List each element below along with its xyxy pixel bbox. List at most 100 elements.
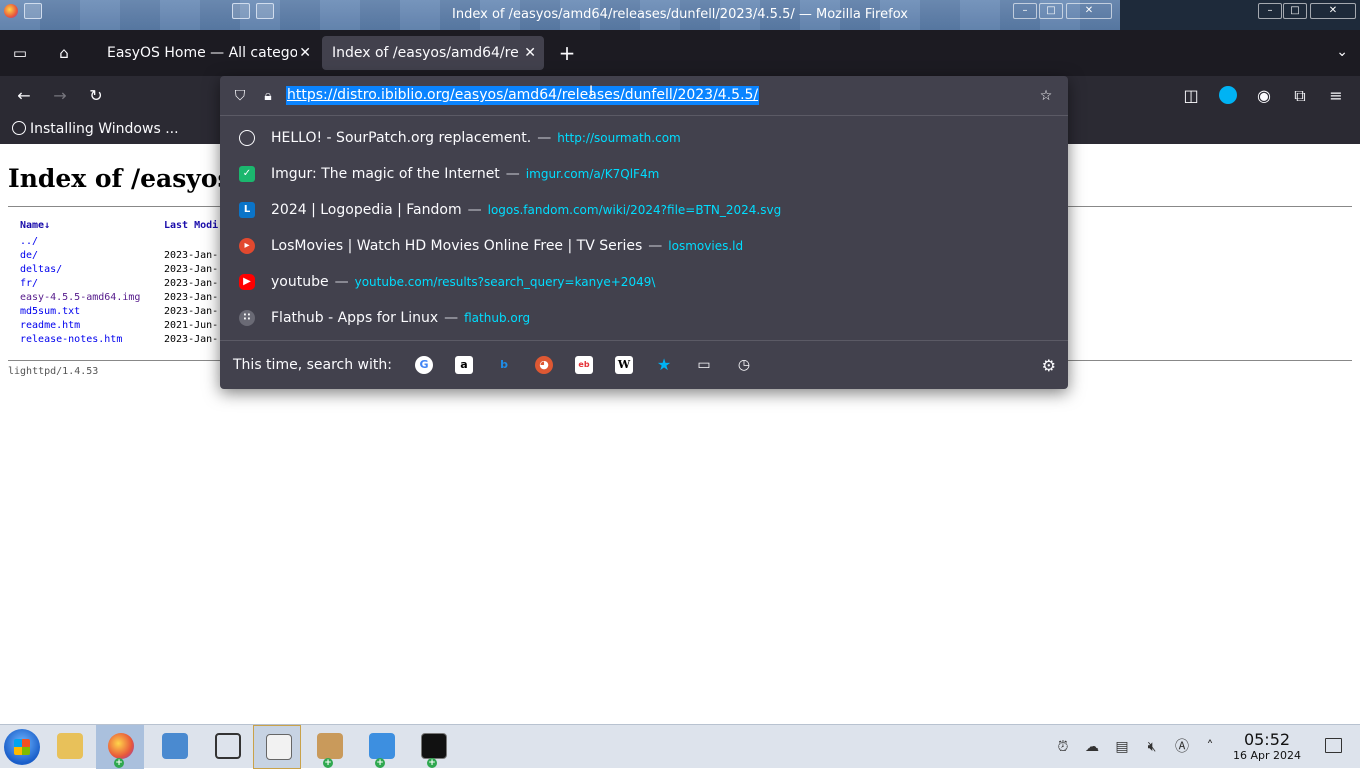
file-link[interactable]: release-notes.htm bbox=[20, 334, 122, 345]
shield-icon[interactable]: ⛉ bbox=[231, 87, 249, 105]
taskbar-app-package[interactable]: + bbox=[305, 725, 353, 769]
notification-icon[interactable] bbox=[1325, 738, 1342, 753]
desktop-window-strip: – □ ✕ bbox=[1120, 0, 1360, 30]
table-row: deltas/2023-Jan- bbox=[18, 262, 220, 276]
search-with-label: This time, search with: bbox=[233, 357, 392, 373]
close-button[interactable]: ✕ bbox=[1310, 3, 1356, 19]
bookmark-star-icon[interactable]: ☆ bbox=[1037, 87, 1055, 105]
account-icon[interactable]: ◉ bbox=[1253, 85, 1275, 107]
close-icon[interactable]: ✕ bbox=[524, 36, 536, 70]
urlbar-panel: ⛉ 🔒︎ https://distro.ibiblio.org/easyos/a… bbox=[220, 76, 1068, 389]
extension-badge-icon[interactable] bbox=[1217, 85, 1239, 107]
separator: — bbox=[467, 202, 482, 218]
reload-icon[interactable]: ↻ bbox=[85, 85, 107, 107]
tabs-icon[interactable]: ▭ bbox=[695, 356, 713, 374]
suggestion-title: HELLO! - SourPatch.org replacement. bbox=[271, 130, 532, 146]
url-text[interactable]: https://distro.ibiblio.org/easyos/amd64/… bbox=[286, 86, 760, 105]
clock-date: 16 Apr 2024 bbox=[1232, 749, 1301, 762]
menu-hamburger-icon[interactable]: ≡ bbox=[1325, 85, 1347, 107]
page-heading: Index of /easyos bbox=[8, 164, 232, 193]
parent-directory-link[interactable]: ../ bbox=[20, 236, 38, 247]
suggestion-url: logos.fandom.com/wiki/2024?file=BTN_2024… bbox=[487, 203, 782, 217]
taskbar-app-settings[interactable] bbox=[150, 725, 198, 769]
package-icon bbox=[317, 733, 343, 759]
plus-badge-icon: + bbox=[114, 758, 124, 768]
chevron-up-icon[interactable]: ˄ bbox=[1201, 738, 1219, 756]
start-button[interactable] bbox=[4, 729, 40, 765]
tab-index-of[interactable]: Index of /easyos/amd64/rele ✕ bbox=[322, 36, 544, 70]
alarm-icon[interactable]: ⏰︎ bbox=[1054, 738, 1072, 756]
urlbar-suggestion[interactable]: ▸ LosMovies | Watch HD Movies Online Fre… bbox=[220, 228, 1068, 264]
bookmark-label: Installing Windows ... bbox=[30, 121, 179, 137]
ebay-icon[interactable]: eb bbox=[575, 356, 593, 374]
server-signature: lighttpd/1.4.53 bbox=[8, 366, 99, 377]
urlbar-suggestion[interactable]: ∷ Flathub - Apps for Linux — flathub.org bbox=[220, 300, 1068, 336]
volume-muted-icon[interactable]: 🔇︎ bbox=[1143, 738, 1161, 756]
cloud-icon[interactable]: ☁ bbox=[1083, 738, 1101, 756]
maximize-button[interactable]: □ bbox=[1039, 3, 1063, 19]
search-engine-footer: This time, search with: G a b ◕ eb W ★ ▭… bbox=[220, 340, 1068, 389]
windows-flag-icon bbox=[14, 739, 30, 755]
close-icon[interactable]: ✕ bbox=[299, 36, 311, 70]
table-row: easy-4.5.5-amd64.img 2023-Jan- bbox=[18, 290, 220, 304]
tab-easyos-home[interactable]: EasyOS Home — All categor ✕ bbox=[97, 36, 319, 70]
minimize-button[interactable]: – bbox=[1258, 3, 1282, 19]
clipboard-icon[interactable]: ▤ bbox=[1113, 738, 1131, 756]
separator: — bbox=[444, 310, 459, 326]
flathub-icon: ∷ bbox=[239, 310, 255, 326]
file-link[interactable]: readme.htm bbox=[20, 320, 80, 331]
amazon-icon[interactable]: a bbox=[455, 356, 473, 374]
bookmark-item[interactable]: Installing Windows ... bbox=[12, 121, 179, 137]
library-icon[interactable]: ⌂ bbox=[55, 44, 73, 62]
google-icon[interactable]: G bbox=[415, 356, 433, 374]
urlbar-suggestion[interactable]: HELLO! - SourPatch.org replacement. — http… bbox=[220, 120, 1068, 156]
taskbar-app-firefox[interactable]: + bbox=[96, 725, 144, 769]
suggestion-title: youtube bbox=[271, 274, 329, 290]
lock-icon[interactable]: 🔒︎ bbox=[259, 87, 277, 105]
taskbar-app-window[interactable] bbox=[253, 725, 301, 769]
maximize-button[interactable]: □ bbox=[1283, 3, 1307, 19]
bookmarks-star-icon[interactable]: ★ bbox=[655, 356, 673, 374]
column-header-modified[interactable]: Last Modi bbox=[162, 216, 220, 234]
file-link[interactable]: de/ bbox=[20, 250, 38, 261]
file-link[interactable]: md5sum.txt bbox=[20, 306, 80, 317]
firefox-view-icon[interactable]: ▭ bbox=[11, 44, 29, 62]
clock[interactable]: 05:52 16 Apr 2024 bbox=[1228, 731, 1306, 763]
tab-label: Index of /easyos/amd64/rele bbox=[332, 45, 518, 61]
file-date: 2023-Jan- bbox=[164, 333, 219, 345]
minimize-button[interactable]: – bbox=[1013, 3, 1037, 19]
gear-icon[interactable]: ⚙ bbox=[1042, 356, 1056, 375]
terminal-icon bbox=[421, 733, 447, 759]
taskbar-app-windows[interactable] bbox=[203, 725, 251, 769]
urlbar-suggestion[interactable]: ✓ Imgur: The magic of the Internet — imgur… bbox=[220, 156, 1068, 192]
wikipedia-icon[interactable]: W bbox=[615, 356, 633, 374]
column-header-name[interactable]: Name↓ bbox=[18, 216, 162, 234]
keyboard-icon[interactable]: Ⓐ bbox=[1173, 738, 1191, 756]
table-row: md5sum.txt 2023-Jan- bbox=[18, 304, 220, 318]
extensions-puzzle-icon[interactable]: ⧉ bbox=[1289, 85, 1311, 107]
new-tab-button[interactable]: + bbox=[556, 42, 578, 64]
forward-arrow-icon[interactable]: → bbox=[49, 85, 71, 107]
file-link[interactable]: easy-4.5.5-amd64.img bbox=[20, 292, 140, 303]
urlbar-suggestion[interactable]: ▶ youtube — youtube.com/results?search_que… bbox=[220, 264, 1068, 300]
file-date: 2023-Jan- bbox=[164, 249, 219, 261]
bing-icon[interactable]: b bbox=[495, 356, 513, 374]
file-link[interactable]: fr/ bbox=[20, 278, 38, 289]
separator: — bbox=[505, 166, 520, 182]
taskbar-app-cube[interactable]: + bbox=[357, 725, 405, 769]
separator: — bbox=[537, 130, 552, 146]
file-date: 2023-Jan- bbox=[164, 263, 219, 275]
back-arrow-icon[interactable]: ← bbox=[13, 85, 35, 107]
duckduckgo-icon[interactable]: ◕ bbox=[535, 356, 553, 374]
pocket-icon[interactable]: ◫ bbox=[1180, 85, 1202, 107]
taskbar-app-terminal[interactable]: + bbox=[409, 725, 457, 769]
urlbar-suggestion[interactable]: L 2024 | Logopedia | Fandom — logos.fandom… bbox=[220, 192, 1068, 228]
urlbar-input[interactable]: ⛉ 🔒︎ https://distro.ibiblio.org/easyos/a… bbox=[220, 76, 1068, 116]
history-clock-icon[interactable]: ◷ bbox=[735, 356, 753, 374]
globe-icon bbox=[239, 130, 255, 146]
taskbar-app-files[interactable] bbox=[45, 725, 93, 769]
file-link[interactable]: deltas/ bbox=[20, 264, 62, 275]
close-button[interactable]: ✕ bbox=[1066, 3, 1112, 19]
file-date: 2021-Jun- bbox=[164, 319, 219, 331]
list-all-tabs-chevron-icon[interactable]: ⌄ bbox=[1336, 44, 1348, 60]
